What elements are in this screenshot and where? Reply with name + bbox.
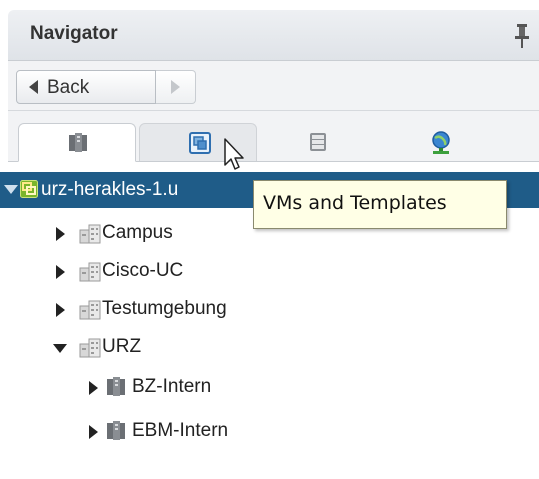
- collapse-arrow-icon[interactable]: [53, 344, 67, 353]
- cluster-icon: [107, 421, 125, 440]
- datacenter-icon: [79, 262, 101, 282]
- tree-item-label: BZ-Intern: [132, 376, 212, 397]
- datacenter-icon: [79, 338, 101, 358]
- expand-arrow-icon[interactable]: [56, 265, 65, 279]
- back-label: Back: [47, 77, 90, 98]
- datacenter-icon: [79, 224, 101, 244]
- chevron-right-icon: [171, 80, 180, 94]
- forward-button[interactable]: [156, 70, 196, 104]
- storage-icon: [310, 133, 326, 151]
- tree-item-urz[interactable]: URZ: [0, 330, 300, 366]
- tree-item-cisco-uc[interactable]: Cisco-UC: [0, 254, 300, 290]
- tree-item-label: Testumgebung: [102, 298, 227, 319]
- navigator-title: Navigator: [30, 23, 118, 44]
- expand-arrow-icon[interactable]: [56, 303, 65, 317]
- datacenter-icon: [79, 300, 101, 320]
- tab-hosts-clusters[interactable]: [18, 123, 136, 162]
- expand-arrow-icon[interactable]: [89, 425, 98, 439]
- cluster-icon: [107, 377, 125, 396]
- tree-item-ebm-intern[interactable]: EBM-Intern: [0, 414, 320, 450]
- vcenter-icon: [20, 180, 38, 203]
- tree-item-label: EBM-Intern: [132, 420, 229, 441]
- host-cluster-icon: [69, 133, 87, 152]
- tree-item-testumgebung[interactable]: Testumgebung: [0, 292, 320, 328]
- tab-networking[interactable]: [380, 123, 498, 161]
- pin-icon[interactable]: [513, 23, 531, 49]
- vms-templates-icon: [189, 132, 211, 154]
- tree-item-label: Campus: [102, 222, 173, 243]
- tree-root-label: urz-herakles-1.u: [41, 179, 179, 200]
- networking-icon: [432, 131, 450, 154]
- navigator-panel: Navigator Back urz-herakles-1.u Campus C…: [0, 0, 539, 479]
- back-button[interactable]: Back: [16, 70, 156, 104]
- mouse-cursor-icon: [224, 138, 244, 170]
- chevron-left-icon: [29, 80, 38, 94]
- navigator-header: Navigator: [8, 10, 539, 61]
- tree-item-label: Cisco-UC: [102, 260, 184, 281]
- inventory-tabs: [8, 111, 539, 162]
- expand-triangle-icon[interactable]: [4, 185, 18, 194]
- tree-item-bz-intern[interactable]: BZ-Intern: [0, 370, 320, 406]
- expand-arrow-icon[interactable]: [89, 381, 98, 395]
- expand-arrow-icon[interactable]: [56, 227, 65, 241]
- tooltip: VMs and Templates: [253, 180, 507, 229]
- tree-item-label: URZ: [102, 336, 142, 357]
- history-bar: Back: [8, 61, 539, 111]
- tab-storage[interactable]: [259, 123, 377, 161]
